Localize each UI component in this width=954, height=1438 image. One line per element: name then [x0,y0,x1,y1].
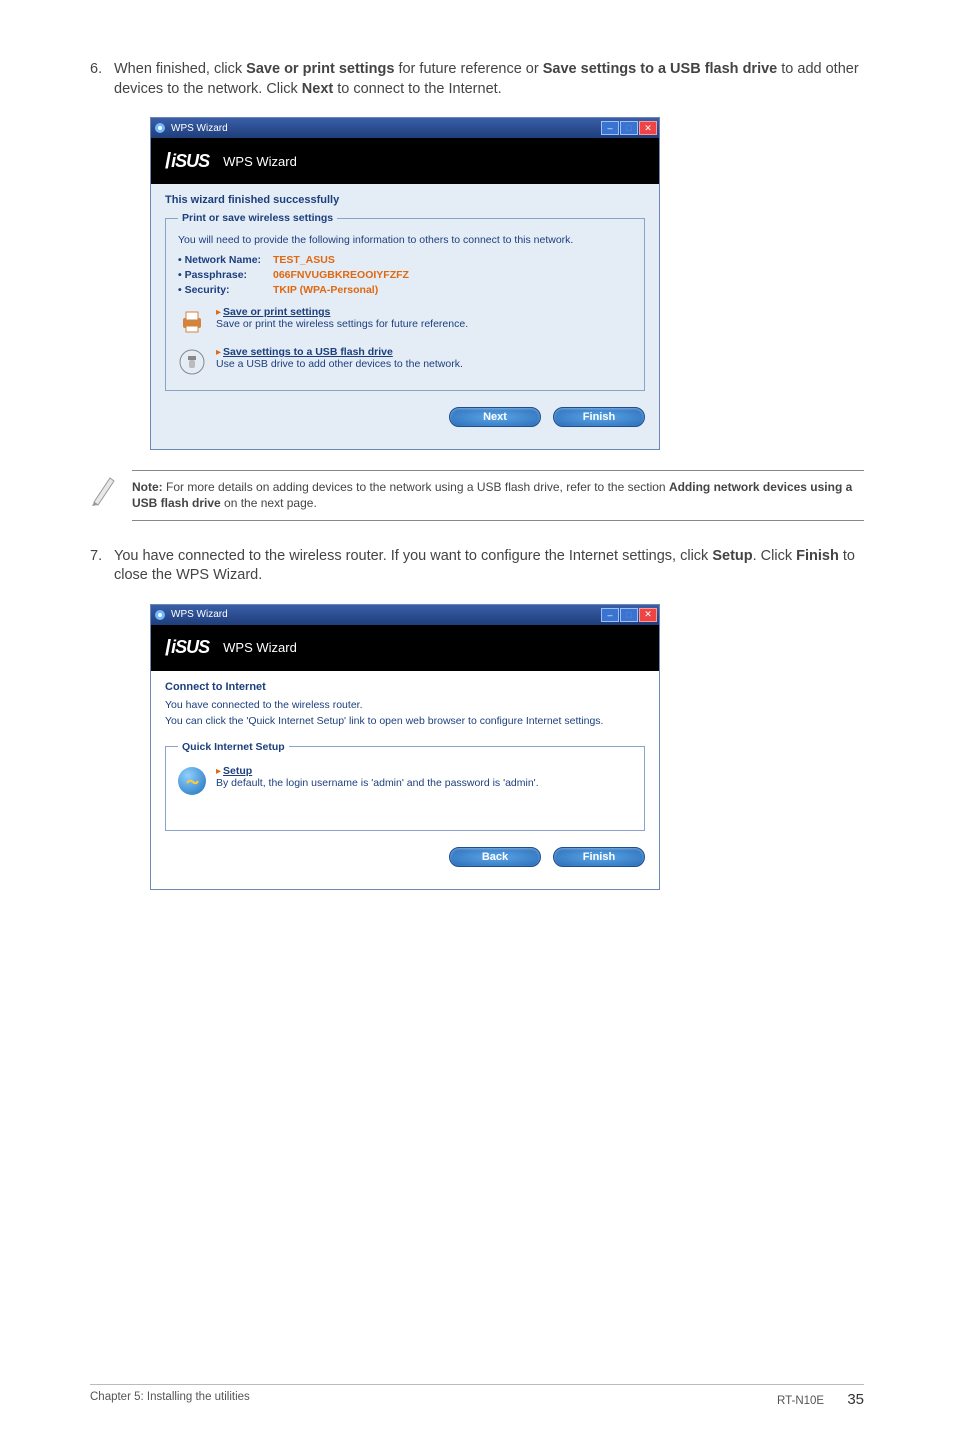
save-print-action: ▸Save or print settings Save or print th… [178,306,632,336]
page-number: 35 [847,1391,864,1408]
txt: You have connected to the wireless route… [114,548,712,564]
brand-bar-title: WPS Wizard [223,154,297,169]
titlebar: WPS Wizard – □ ✕ [151,118,659,138]
save-usb-text: ▸Save settings to a USB flash drive Use … [216,346,463,370]
asus-logo: iSUS [165,148,209,174]
window-body: Connect to Internet You have connected t… [151,671,659,889]
txt: When finished, click [114,61,246,77]
asus-logo: iSUS [165,635,209,661]
window-top: Connect to Internet You have connected t… [151,671,659,741]
close-button[interactable]: ✕ [639,121,657,135]
window-controls: – □ ✕ [601,121,657,135]
step-7-body: You have connected to the wireless route… [114,547,864,586]
save-usb-link[interactable]: Save settings to a USB flash drive [223,346,393,358]
maximize-button[interactable]: □ [620,608,638,622]
network-name-value: TEST_ASUS [273,254,335,266]
app-icon [153,608,167,622]
setup-action: ▸Setup By default, the login username is… [178,765,632,795]
bold-save-usb: Save settings to a USB flash drive [543,61,778,77]
txt: on the next page. [221,496,317,510]
security-row: • Security: TKIP (WPA-Personal) [178,284,632,296]
save-print-desc: Save or print the wireless settings for … [216,318,468,330]
page-footer: Chapter 5: Installing the utilities RT-N… [90,1384,864,1408]
group-desc: You will need to provide the following i… [178,234,632,246]
txt: to connect to the Internet. [333,81,501,97]
bold-save-print: Save or print settings [246,61,394,77]
footer-left: Chapter 5: Installing the utilities [90,1391,777,1408]
wizard-heading: This wizard finished successfully [165,194,645,206]
step-6-number: 6. [90,60,114,80]
button-bar: Next Finish [165,407,645,427]
security-label: • Security: [178,284,273,296]
save-usb-desc: Use a USB drive to add other devices to … [216,358,463,370]
minimize-button[interactable]: – [601,608,619,622]
arrow-icon: ▸ [216,766,221,777]
setup-link[interactable]: Setup [223,765,252,777]
back-button[interactable]: Back [449,847,541,867]
next-button[interactable]: Next [449,407,541,427]
wps-wizard-window-1: WPS Wizard – □ ✕ iSUS WPS Wizard This wi… [150,117,660,450]
window-controls: – □ ✕ [601,608,657,622]
save-print-text: ▸Save or print settings Save or print th… [216,306,468,330]
note-label: Note: [132,480,163,494]
security-value: TKIP (WPA-Personal) [273,284,378,296]
window-body: This wizard finished successfully Print … [151,184,659,449]
close-button[interactable]: ✕ [639,608,657,622]
window-title: WPS Wizard [171,123,601,134]
titlebar: WPS Wizard – □ ✕ [151,605,659,625]
network-name-row: • Network Name: TEST_ASUS [178,254,632,266]
txt: For more details on adding devices to th… [163,480,669,494]
step-7: 7.You have connected to the wireless rou… [90,547,864,586]
save-print-link[interactable]: Save or print settings [223,306,330,318]
footer-right: RT-N10E 35 [777,1391,864,1408]
bold-finish: Finish [796,548,839,564]
bold-setup: Setup [712,548,752,564]
minimize-button[interactable]: – [601,121,619,135]
arrow-icon: ▸ [216,347,221,358]
connect-heading: Connect to Internet [165,681,645,693]
window-inner: Quick Internet Setup ▸Setup By default, … [151,741,659,889]
printer-icon [178,308,206,336]
button-bar: Back Finish [165,847,645,867]
wps-wizard-window-2: WPS Wizard – □ ✕ iSUS WPS Wizard Connect… [150,604,660,890]
group-legend: Print or save wireless settings [178,212,337,224]
window-title: WPS Wizard [171,609,601,620]
note-text: Note: For more details on adding devices… [132,470,864,520]
globe-icon [178,767,206,795]
footer-model: RT-N10E [777,1395,824,1407]
step-6: 6.When finished, click Save or print set… [90,60,864,99]
network-name-label: • Network Name: [178,254,273,266]
passphrase-row: • Passphrase: 066FNVUGBKREOOIYFZFZ [178,269,632,281]
group-legend: Quick Internet Setup [178,741,289,753]
setup-desc: By default, the login username is 'admin… [216,777,539,789]
arrow-icon: ▸ [216,307,221,318]
print-save-group: Print or save wireless settings You will… [165,212,645,391]
note: Note: For more details on adding devices… [90,470,864,520]
quick-setup-line: You can click the 'Quick Internet Setup'… [165,715,645,727]
usb-icon [178,348,206,376]
brand-bar-title: WPS Wizard [223,640,297,655]
step-6-body: When finished, click Save or print setti… [114,60,864,99]
step-7-number: 7. [90,547,114,567]
finish-button[interactable]: Finish [553,847,645,867]
passphrase-label: • Passphrase: [178,269,273,281]
txt: . Click [753,548,797,564]
maximize-button[interactable]: □ [620,121,638,135]
finish-button[interactable]: Finish [553,407,645,427]
app-icon [153,121,167,135]
save-usb-action: ▸Save settings to a USB flash drive Use … [178,346,632,376]
brand-bar: iSUS WPS Wizard [151,138,659,184]
quick-internet-group: Quick Internet Setup ▸Setup By default, … [165,741,645,831]
brand-bar: iSUS WPS Wizard [151,625,659,671]
setup-text: ▸Setup By default, the login username is… [216,765,539,789]
bold-next: Next [302,81,333,97]
passphrase-value: 066FNVUGBKREOOIYFZFZ [273,269,409,281]
txt: for future reference or [394,61,542,77]
pencil-icon [90,472,118,511]
connected-line: You have connected to the wireless route… [165,699,645,711]
